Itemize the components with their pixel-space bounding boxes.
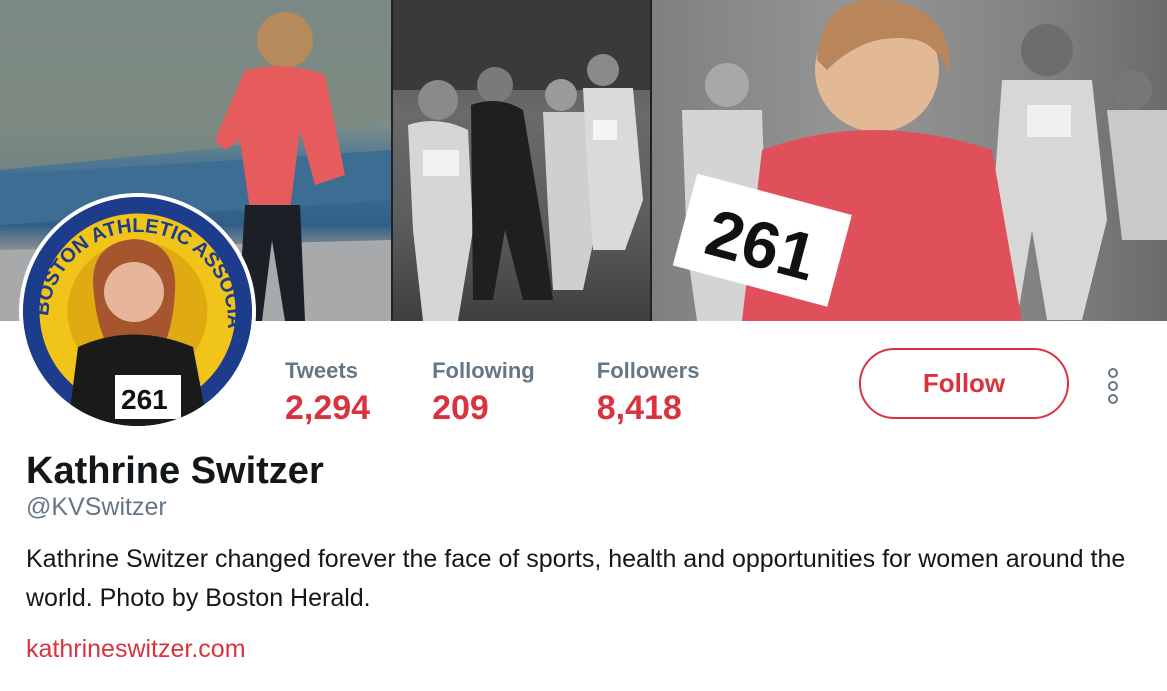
avatar-photo: BOSTON ATHLETIC ASSOCIATION 261 [23,197,252,426]
stat-label: Tweets [285,358,358,383]
stat-label: Followers [596,358,700,383]
ellipsis-dot [1108,368,1118,378]
profile-name: Kathrine Switzer [26,450,324,492]
profile-avatar[interactable]: BOSTON ATHLETIC ASSOCIATION 261 [19,193,256,430]
profile-handle: @KVSwitzer [26,493,167,521]
stat-value: 2,294 [285,389,371,427]
ellipsis-dot [1108,381,1118,391]
stat-followers[interactable]: Followers 8,418 [597,356,700,430]
stat-label: Following [432,358,535,383]
profile-bio: Kathrine Switzer changed forever the fac… [26,545,1126,612]
avatar-bib-number: 261 [121,384,168,415]
banner-photo-historic-race [393,0,650,321]
stat-tweets[interactable]: Tweets 2,294 [285,356,370,430]
banner-photo-portrait-with-bib: 261 [652,0,1167,321]
stat-value: 8,418 [596,389,682,427]
profile-stats: Tweets 2,294 Following 209 Followers 8,4… [285,356,761,430]
ellipsis-dot [1108,394,1118,404]
follow-button[interactable]: Follow [859,348,1069,419]
stat-value: 209 [432,389,489,427]
profile-website-link[interactable]: kathrineswitzer.com [26,631,246,667]
stat-following[interactable]: Following 209 [432,356,535,430]
vertical-ellipsis-icon[interactable] [1101,366,1125,406]
